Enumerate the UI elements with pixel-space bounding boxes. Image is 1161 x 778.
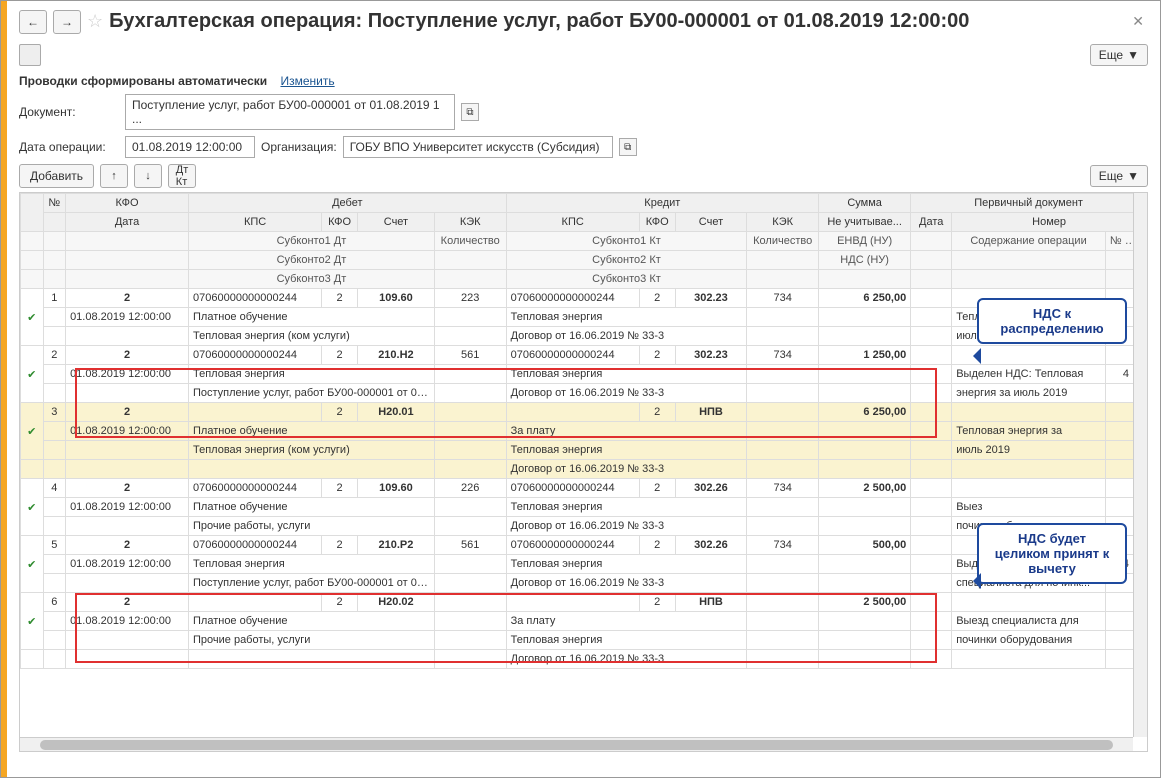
- back-button[interactable]: ←: [19, 10, 47, 34]
- move-up-button[interactable]: ↑: [100, 164, 128, 188]
- nav-bar: ← → ☆ Бухгалтерская операция: Поступлени…: [19, 9, 1148, 34]
- col-credit[interactable]: Кредит: [506, 194, 818, 213]
- col-pdate[interactable]: Дата: [911, 213, 952, 232]
- postings-grid[interactable]: НДС к распределению НДС будет целиком пр…: [19, 192, 1148, 752]
- more-button-top[interactable]: Еще ▼: [1090, 44, 1148, 66]
- doc-icon-btn[interactable]: [19, 44, 41, 66]
- col-k-kfo[interactable]: КФО: [639, 213, 675, 232]
- open-document-icon[interactable]: ⧉: [461, 103, 479, 121]
- document-label: Документ:: [19, 105, 119, 119]
- col-kfo[interactable]: КФО: [66, 194, 189, 213]
- opdate-field[interactable]: 01.08.2019 12:00:00: [125, 136, 255, 158]
- col-neuch[interactable]: Не учитывае...: [819, 213, 911, 232]
- page-title: Бухгалтерская операция: Поступление услу…: [109, 10, 1122, 33]
- opdate-label: Дата операции:: [19, 140, 119, 154]
- close-icon[interactable]: ✕: [1128, 9, 1148, 34]
- col-k-kps[interactable]: КПС: [506, 213, 639, 232]
- col-k-kek[interactable]: КЭК: [747, 213, 819, 232]
- col-check: [21, 194, 44, 232]
- dtkt-button[interactable]: ДтКт: [168, 164, 196, 188]
- org-field[interactable]: ГОБУ ВПО Университет искусств (Субсидия): [343, 136, 613, 158]
- vertical-scrollbar[interactable]: [1133, 193, 1147, 737]
- open-org-icon[interactable]: ⧉: [619, 138, 637, 156]
- change-link[interactable]: Изменить: [280, 74, 334, 88]
- col-sum[interactable]: Сумма: [819, 194, 911, 213]
- add-button[interactable]: Добавить: [19, 164, 94, 188]
- more-button-grid[interactable]: Еще ▼: [1090, 165, 1148, 187]
- move-down-button[interactable]: ↓: [134, 164, 162, 188]
- col-pnum[interactable]: Номер: [952, 213, 1147, 232]
- col-d-kek[interactable]: КЭК: [434, 213, 506, 232]
- callout-nds-raspred: НДС к распределению: [977, 298, 1127, 344]
- col-date[interactable]: Дата: [66, 213, 189, 232]
- favorite-star-icon[interactable]: ☆: [87, 11, 103, 32]
- col-d-kfo[interactable]: КФО: [322, 213, 358, 232]
- horizontal-scrollbar[interactable]: [20, 737, 1133, 751]
- col-primary[interactable]: Первичный документ: [911, 194, 1147, 213]
- col-k-schet[interactable]: Счет: [675, 213, 747, 232]
- auto-postings-label: Проводки сформированы автоматически Изме…: [19, 74, 1148, 88]
- org-label: Организация:: [261, 140, 337, 154]
- col-d-kps[interactable]: КПС: [189, 213, 322, 232]
- col-debit[interactable]: Дебет: [189, 194, 507, 213]
- col-d-schet[interactable]: Счет: [358, 213, 435, 232]
- document-field[interactable]: Поступление услуг, работ БУ00-000001 от …: [125, 94, 455, 130]
- forward-button[interactable]: →: [53, 10, 81, 34]
- orange-accent-bar: [1, 1, 7, 777]
- col-num[interactable]: №: [43, 194, 66, 213]
- callout-nds-vychet: НДС будет целиком принят к вычету: [977, 523, 1127, 584]
